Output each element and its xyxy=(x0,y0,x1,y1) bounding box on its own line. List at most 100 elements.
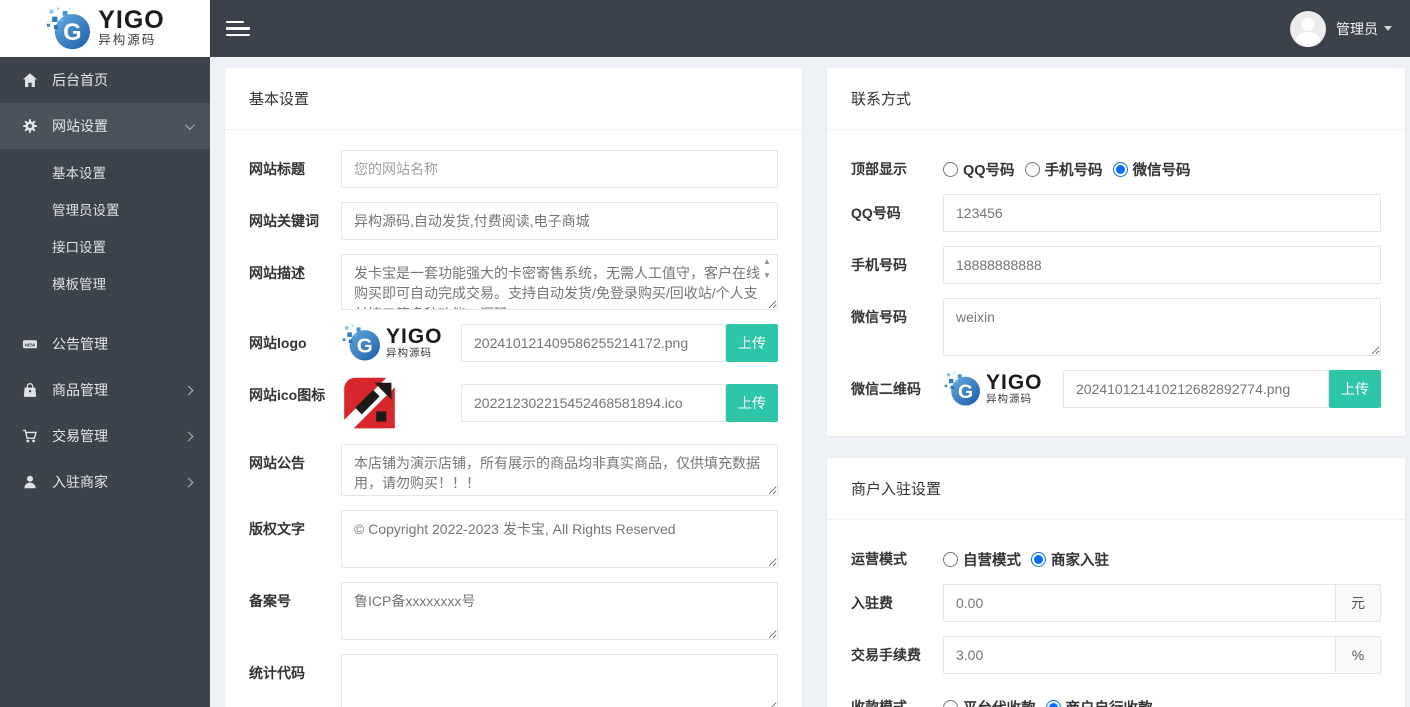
user-name: 管理员 xyxy=(1336,20,1378,37)
field-label: 微信号码 xyxy=(851,309,907,325)
upload-qr-button[interactable]: 上传 xyxy=(1329,370,1381,408)
field-label: 网站描述 xyxy=(249,265,305,281)
caret-down-icon xyxy=(1384,26,1392,31)
yigo-logo-icon: G xyxy=(47,6,91,49)
radio-option-merchant-join[interactable]: 商家入驻 xyxy=(1031,549,1109,570)
field-label: 收款模式 xyxy=(851,699,907,707)
radio-option-wechat[interactable]: 微信号码 xyxy=(1112,159,1191,180)
sidebar-item-trades[interactable]: 交易管理 xyxy=(0,413,210,459)
site-logo-filename-input[interactable] xyxy=(461,324,726,362)
svg-text:G: G xyxy=(958,381,973,403)
svg-text:G: G xyxy=(63,19,81,46)
wechat-qr-filename-input[interactable] xyxy=(1063,370,1329,408)
submenu-item-admin-settings[interactable]: 管理员设置 xyxy=(0,192,210,229)
field-label: 交易手续费 xyxy=(851,647,921,663)
upload-ico-button[interactable]: 上传 xyxy=(726,384,778,422)
avatar xyxy=(1290,10,1326,47)
site-title-input[interactable] xyxy=(341,150,778,188)
brand-subtitle: 异构源码 xyxy=(98,33,157,48)
sidebar-item-label: 入驻商家 xyxy=(52,474,108,490)
brand-logo[interactable]: G YIGO 异构源码 xyxy=(0,0,210,57)
sidebar-nav: 后台首页 网站设置 基本设置 管理员设置 接口设置 模板管理 NEW 公告管理 … xyxy=(0,57,210,505)
svg-text:G: G xyxy=(357,335,373,358)
stats-code-textarea[interactable] xyxy=(341,654,778,707)
field-label: 统计代码 xyxy=(249,665,305,681)
field-label: 网站关键词 xyxy=(249,213,319,229)
wechat-qr-preview: G YIGO 异构源码 xyxy=(943,371,1063,407)
site-logo-preview: G YIGO 异构源码 xyxy=(341,324,461,362)
panel-basic-settings: 基本设置 网站标题 网站关键词 网站描述 发卡宝是一套功能强大的卡密寄售系统，无… xyxy=(225,68,802,707)
sidebar-item-label: 商品管理 xyxy=(52,382,108,398)
chevron-down-icon xyxy=(184,119,195,130)
sidebar-item-products[interactable]: 商品管理 xyxy=(0,367,210,413)
unit-addon: 元 xyxy=(1335,584,1381,622)
field-label: 顶部显示 xyxy=(851,161,907,177)
icp-number-textarea[interactable]: 鲁ICP备xxxxxxxx号 xyxy=(341,582,778,640)
user-menu[interactable]: 管理员 xyxy=(1290,10,1392,47)
panel-title: 联系方式 xyxy=(827,68,1405,130)
payment-mode-radio-group: 平台代收款 商户自行收款 xyxy=(943,688,1381,707)
sidebar-item-merchants[interactable]: 入驻商家 xyxy=(0,459,210,505)
top-display-radio-group: QQ号码 手机号码 微信号码 xyxy=(943,150,1381,180)
menu-toggle-icon[interactable] xyxy=(226,17,250,41)
bag-icon xyxy=(23,383,37,397)
submenu-item-api-settings[interactable]: 接口设置 xyxy=(0,229,210,266)
field-label: 入驻费 xyxy=(851,595,893,611)
radio-option-qq[interactable]: QQ号码 xyxy=(943,159,1015,180)
panel-contact: 联系方式 顶部显示 QQ号码 手机号码 微信号码 QQ号码 手机号码 xyxy=(827,68,1405,436)
upload-logo-button[interactable]: 上传 xyxy=(726,324,778,362)
radio-option-platform-collect[interactable]: 平台代收款 xyxy=(943,697,1036,707)
brand-name: YIGO xyxy=(98,6,165,35)
sidebar-item-site-settings[interactable]: 网站设置 xyxy=(0,103,210,149)
gear-icon xyxy=(23,119,37,133)
site-settings-submenu: 基本设置 管理员设置 接口设置 模板管理 xyxy=(0,149,210,313)
panel-title: 商户入驻设置 xyxy=(827,458,1405,520)
user-icon xyxy=(24,475,36,489)
site-ico-filename-input[interactable] xyxy=(461,384,726,422)
panel-title: 基本设置 xyxy=(225,68,802,130)
entry-fee-input[interactable] xyxy=(943,584,1335,622)
radio-option-self-operated[interactable]: 自营模式 xyxy=(943,549,1021,570)
field-label: 网站logo xyxy=(249,335,307,351)
field-label: 网站公告 xyxy=(249,455,305,471)
site-ico-preview xyxy=(341,376,461,430)
field-label: 备案号 xyxy=(249,593,291,609)
qq-number-input[interactable] xyxy=(943,194,1381,232)
cart-icon xyxy=(23,429,37,443)
field-label: 运营模式 xyxy=(851,551,907,567)
field-label: QQ号码 xyxy=(851,205,901,221)
panel-merchant-settings: 商户入驻设置 运营模式 自营模式 商家入驻 入驻费 元 xyxy=(827,458,1405,707)
site-notice-textarea[interactable]: 本店铺为演示店铺，所有展示的商品均非真实商品，仅供填充数据用，请勿购买！！！ xyxy=(341,444,778,496)
radio-option-merchant-collect[interactable]: 商户自行收款 xyxy=(1045,697,1153,707)
news-icon: NEW xyxy=(23,340,37,349)
chevron-right-icon xyxy=(183,477,194,487)
sidebar-item-announcements[interactable]: NEW 公告管理 xyxy=(0,321,210,367)
site-keywords-input[interactable] xyxy=(341,202,778,240)
sidebar-item-label: 网站设置 xyxy=(52,118,108,134)
submenu-item-template-management[interactable]: 模板管理 xyxy=(0,266,210,303)
fee-rate-input[interactable] xyxy=(943,636,1335,674)
sidebar: G YIGO 异构源码 后台首页 网站设置 基本设置 管理员设置 接口设置 模板… xyxy=(0,0,210,707)
sidebar-item-dashboard[interactable]: 后台首页 xyxy=(0,57,210,103)
chevron-right-icon xyxy=(183,385,194,395)
sidebar-item-label: 交易管理 xyxy=(52,428,108,444)
field-label: 网站标题 xyxy=(249,161,305,177)
svg-text:NEW: NEW xyxy=(25,342,36,347)
favicon-icon xyxy=(341,376,398,430)
operation-mode-radio-group: 自营模式 商家入驻 xyxy=(943,540,1381,570)
home-icon xyxy=(23,73,37,87)
submenu-item-basic-settings[interactable]: 基本设置 xyxy=(0,155,210,192)
yigo-logo-icon: G xyxy=(944,371,980,406)
sidebar-item-label: 公告管理 xyxy=(52,336,108,352)
field-label: 微信二维码 xyxy=(851,381,921,397)
site-description-textarea[interactable]: 发卡宝是一套功能强大的卡密寄售系统，无需人工值守，客户在线购买即可自动完成交易。… xyxy=(341,254,778,310)
field-label: 版权文字 xyxy=(249,521,305,537)
unit-addon: % xyxy=(1335,636,1381,674)
radio-option-phone[interactable]: 手机号码 xyxy=(1024,159,1103,180)
chevron-right-icon xyxy=(183,431,194,441)
copyright-textarea[interactable]: © Copyright 2022-2023 发卡宝, All Rights Re… xyxy=(341,510,778,568)
wechat-id-textarea[interactable]: weixin xyxy=(943,298,1381,356)
topbar: 管理员 xyxy=(210,0,1410,57)
main-content: 基本设置 网站标题 网站关键词 网站描述 发卡宝是一套功能强大的卡密寄售系统，无… xyxy=(210,57,1410,707)
phone-number-input[interactable] xyxy=(943,246,1381,284)
